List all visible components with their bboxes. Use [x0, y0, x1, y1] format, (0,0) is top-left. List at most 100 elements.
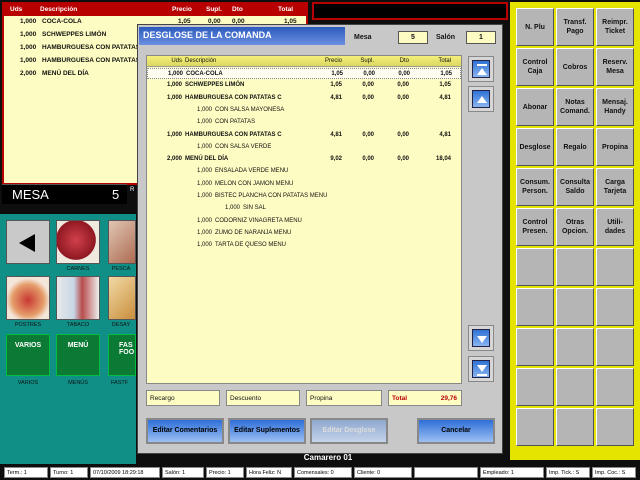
regalo-button[interactable]: Regalo: [556, 128, 594, 166]
grid-cell-desc: CON SALSA VERDE: [215, 143, 272, 150]
grid-row[interactable]: 1,000 HAMBURGUESA CON PATATAS C 4,81 0,00 0,…: [147, 130, 461, 141]
category-tabaco[interactable]: [56, 276, 100, 320]
empty-function-button[interactable]: [516, 408, 554, 446]
grid-row[interactable]: 1,000 CON PATATAS: [147, 117, 461, 128]
grid-row[interactable]: 1,000 BISTEC PLANCHA CON PATATAS MENU: [147, 191, 461, 202]
cobros-button[interactable]: Cobros: [556, 48, 594, 86]
bg-header-uds: Uds: [10, 6, 23, 13]
category-label: POSTRES: [14, 322, 42, 328]
grid-row[interactable]: 1,000 ENSALADA VERDE MENU: [147, 166, 461, 177]
grid-cell-desc: CON PATATAS: [215, 119, 256, 126]
empty-function-button[interactable]: [516, 328, 554, 366]
category-desayunos[interactable]: [108, 276, 136, 320]
empty-function-button[interactable]: [556, 328, 594, 366]
editar-comentarios-button[interactable]: Editar Comentarios: [146, 418, 224, 444]
grid-cell-uds: 1,000: [167, 71, 183, 77]
grid-cell-dto: 0,00: [397, 156, 409, 163]
category-pescados[interactable]: [108, 220, 136, 264]
category-carnes[interactable]: [56, 220, 100, 264]
category-fastfood[interactable]: FAS FOO: [108, 334, 136, 376]
bg-header-dto: Dto: [232, 6, 243, 13]
grid-cell-uds: 1,000: [196, 229, 212, 236]
grid-cell-supl: 0,00: [363, 71, 375, 77]
grid-cell-precio: 4,81: [330, 131, 342, 138]
recargo-field[interactable]: Recargo: [146, 390, 220, 406]
bg-row-desc: SCHWEPPES LIMÓN: [42, 31, 107, 38]
empty-function-button[interactable]: [596, 328, 634, 366]
empty-function-button[interactable]: [596, 248, 634, 286]
reimpr-ticket-button[interactable]: Reimpr. Ticket: [596, 8, 634, 46]
grid-row[interactable]: 1,000 SIN SAL: [147, 203, 461, 214]
desglose-grid[interactable]: Uds Descripción Precio Supl. Dto Total 1…: [146, 55, 462, 384]
desglose-button[interactable]: Desglose: [516, 128, 554, 166]
category-menu[interactable]: MENÚ: [56, 334, 100, 376]
grid-row[interactable]: 1,000 MELON CON JAMON MENU: [147, 179, 461, 190]
category-label: DESAY: [111, 322, 131, 328]
editar-desglose-button[interactable]: Editar Desglose: [310, 418, 388, 444]
empty-function-button[interactable]: [596, 368, 634, 406]
grid-cell-desc: ENSALADA VERDE MENU: [215, 168, 289, 175]
grid-row[interactable]: 1,000 TARTA DE QUESO MENU: [147, 240, 461, 251]
grid-cell-supl: 0,00: [362, 131, 374, 138]
category-label: VARIOS: [17, 380, 39, 386]
grid-row[interactable]: 1,000 ZUMO DE NARANJA MENU: [147, 228, 461, 239]
notas-comand-button[interactable]: Notas Comand.: [556, 88, 594, 126]
category-varios[interactable]: VARIOS: [6, 334, 50, 376]
background-order-header: Uds Descripción Precio Supl. Dto Total: [4, 4, 306, 16]
scroll-up-button[interactable]: [468, 86, 494, 112]
grid-cell-desc: HAMBURGUESA CON PATATAS C: [185, 94, 282, 101]
down-triangle: [477, 365, 487, 372]
scroll-down-button[interactable]: [468, 325, 494, 351]
total-field: Total 29,76: [388, 390, 462, 406]
empty-function-button[interactable]: [516, 248, 554, 286]
category-label: MENÚS: [68, 380, 88, 386]
mesa-bar: MESA 5 R: [2, 184, 134, 204]
empty-function-button[interactable]: [516, 288, 554, 326]
descuento-field[interactable]: Descuento: [226, 390, 300, 406]
status-hora-feliz: Hora Feliz: N: [246, 467, 292, 478]
up-arrow-icon: [472, 90, 490, 108]
total-label: Total: [392, 395, 408, 402]
back-button[interactable]: [6, 220, 50, 264]
status-term: Term.: 1: [4, 467, 48, 478]
scroll-bottom-button[interactable]: [468, 356, 494, 382]
empty-function-button[interactable]: [516, 368, 554, 406]
grid-row[interactable]: 1,000 CON SALSA VERDE: [147, 142, 461, 153]
consulta-saldo-button[interactable]: Consulta Saldo: [556, 168, 594, 206]
category-label: PESCA: [111, 266, 131, 272]
otras-opcion-button[interactable]: Otras Opcion.: [556, 208, 594, 246]
abonar-button[interactable]: Abonar: [516, 88, 554, 126]
grid-row[interactable]: 1,000 HAMBURGUESA CON PATATAS C 4,81 0,00 0,…: [147, 93, 461, 104]
grid-row[interactable]: 1,000 CON SALSA MAYONESA: [147, 105, 461, 116]
empty-function-button[interactable]: [556, 248, 594, 286]
grid-row[interactable]: 1,000 COCA-COLA 1,05 0,00 0,00 1,05: [147, 68, 461, 79]
empty-function-button[interactable]: [556, 368, 594, 406]
grid-cell-desc: MELON CON JAMON MENU: [215, 180, 294, 187]
scroll-top-button[interactable]: [468, 56, 494, 82]
carga-tarjeta-button[interactable]: Carga Tarjeta: [596, 168, 634, 206]
editar-suplementos-button[interactable]: Editar Suplementos: [228, 418, 306, 444]
grid-row[interactable]: 1,000 CODORNIZ VINAGRETA MENU: [147, 216, 461, 227]
category-postres[interactable]: [6, 276, 50, 320]
status-datetime: 07/10/2009 18:29:18: [90, 467, 160, 478]
grid-row[interactable]: 1,000 SCHWEPPES LIMÓN 1,05 0,00 0,00 1,05: [147, 80, 461, 91]
mensaj-handy-button[interactable]: Mensaj. Handy: [596, 88, 634, 126]
propina-field[interactable]: Propina: [306, 390, 382, 406]
empty-function-button[interactable]: [596, 288, 634, 326]
grid-header: Uds Descripción Precio Supl. Dto Total: [147, 56, 461, 67]
control-caja-button[interactable]: Control Caja: [516, 48, 554, 86]
empty-function-button[interactable]: [556, 288, 594, 326]
propina-button[interactable]: Propina: [596, 128, 634, 166]
empty-function-button[interactable]: [596, 408, 634, 446]
transf-pago-button[interactable]: Transf. Pago: [556, 8, 594, 46]
control-presen-button[interactable]: Control Presen.: [516, 208, 554, 246]
bg-row-uds: 1,000: [20, 57, 37, 64]
grid-row[interactable]: 2,000 MENÚ DEL DÍA 9,02 0,00 0,00 18,04: [147, 154, 461, 165]
utilidades-button[interactable]: Utili- dades: [596, 208, 634, 246]
grid-cell-desc: COCA-COLA: [186, 71, 223, 77]
consum-person-button[interactable]: Consum. Person.: [516, 168, 554, 206]
reserv-mesa-button[interactable]: Reserv. Mesa: [596, 48, 634, 86]
cancelar-button[interactable]: Cancelar: [417, 418, 495, 444]
nplu-button[interactable]: N. Plu: [516, 8, 554, 46]
empty-function-button[interactable]: [556, 408, 594, 446]
